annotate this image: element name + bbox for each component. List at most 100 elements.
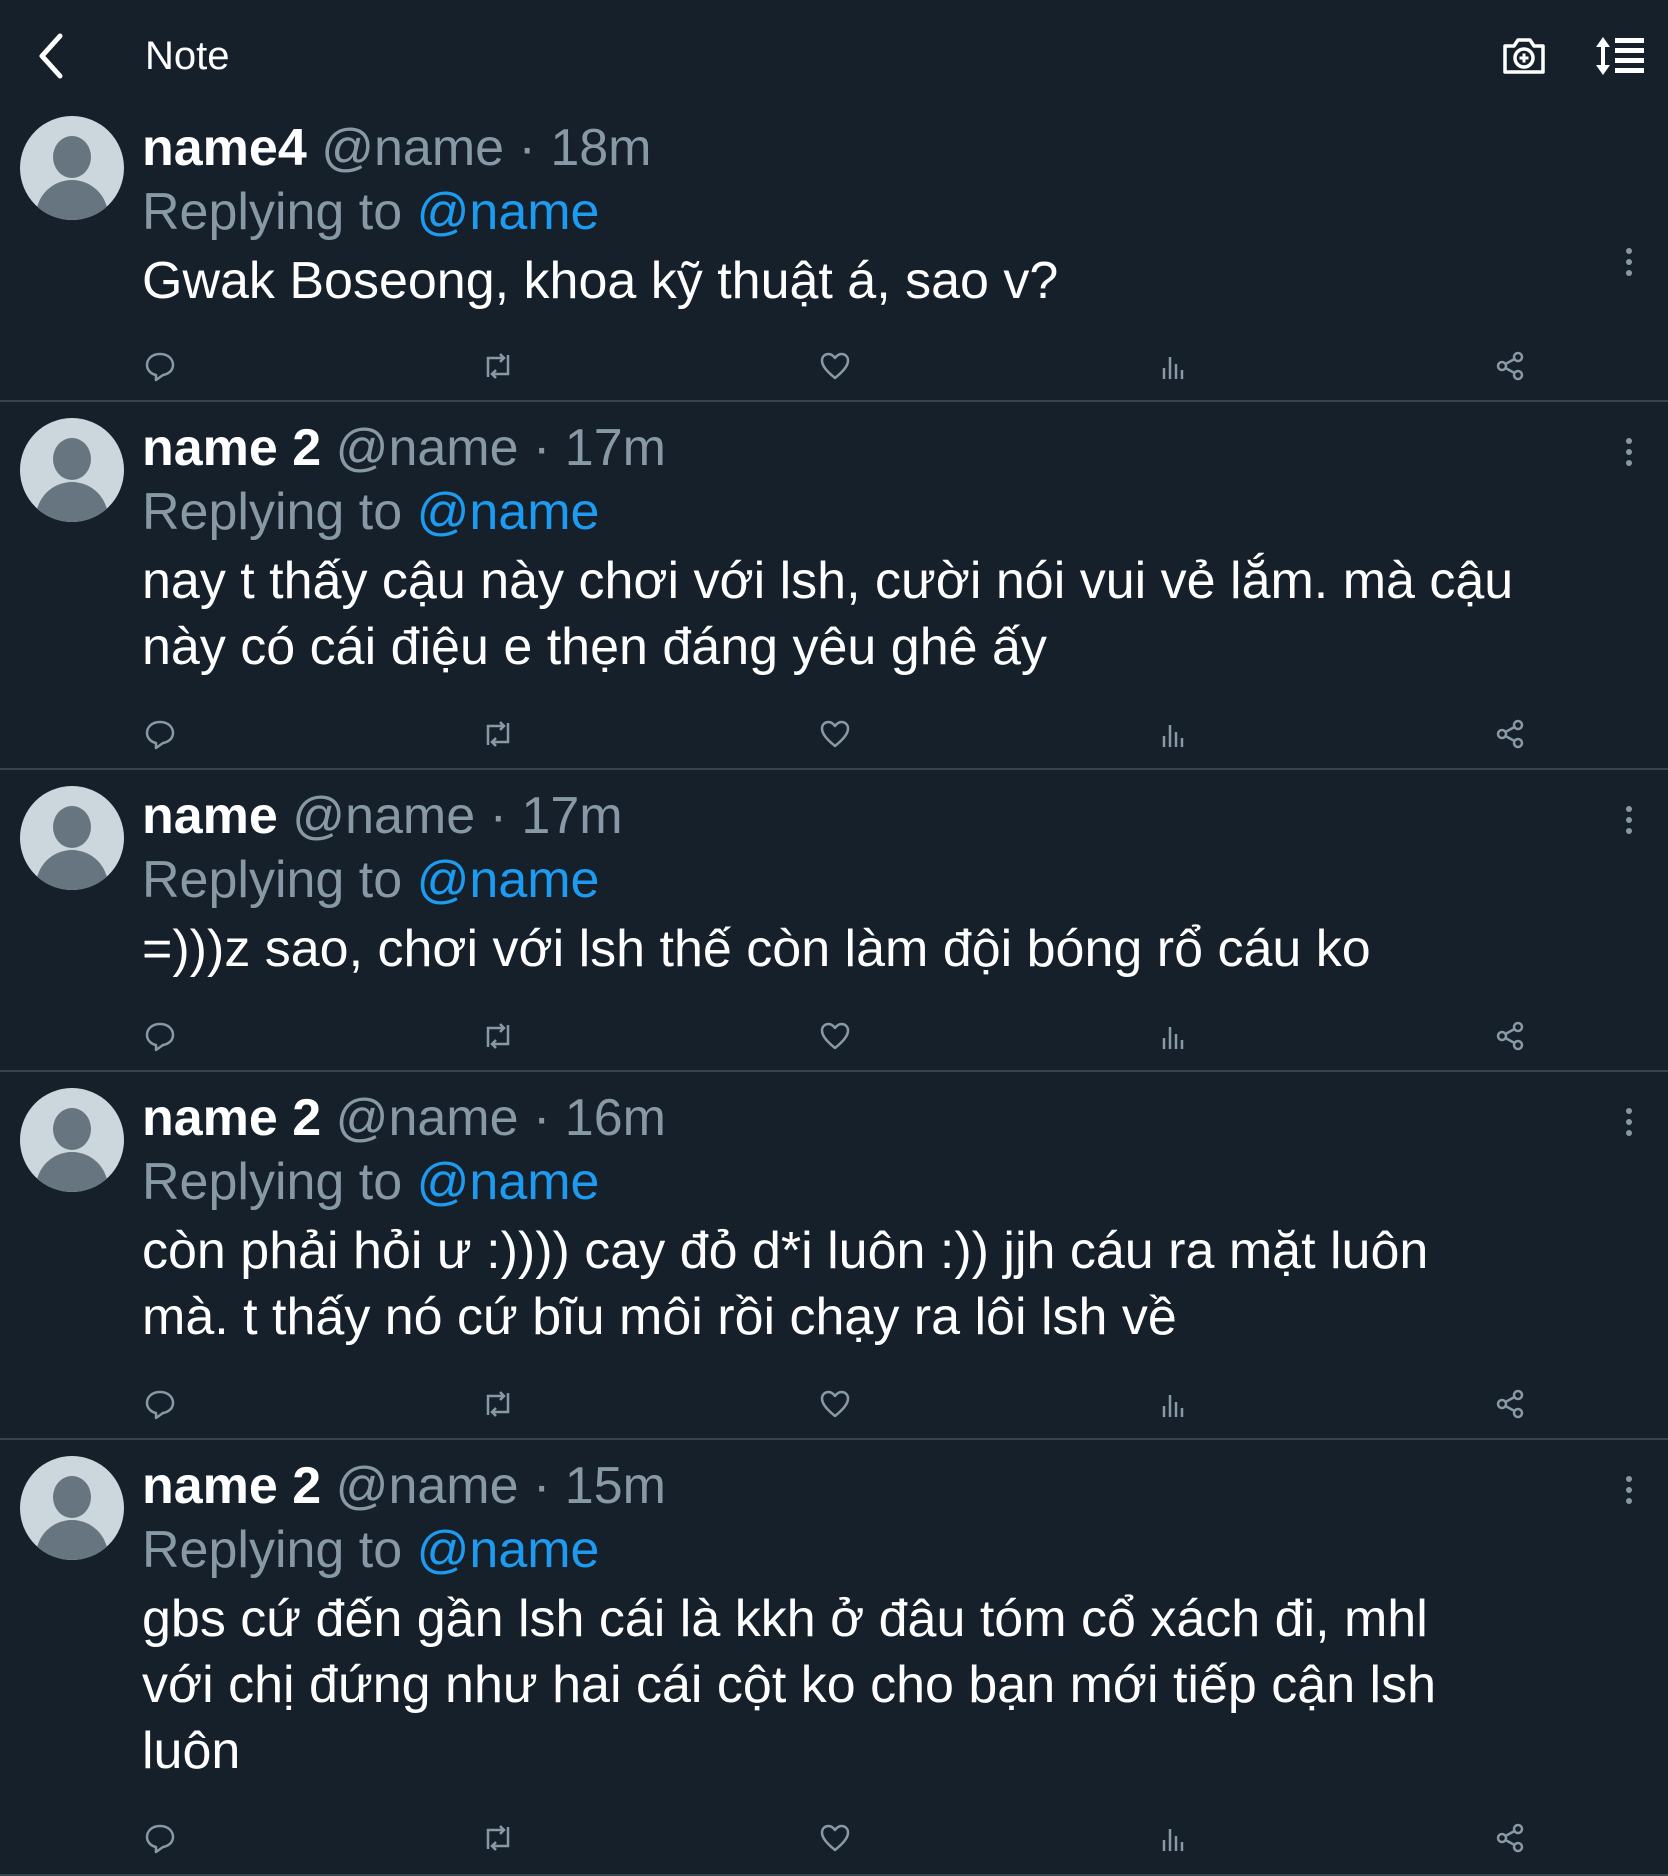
replying-prefix: Replying to <box>142 483 403 541</box>
tweet-header: name 2 @name · 15m <box>142 1454 1628 1518</box>
separator: · <box>533 419 551 477</box>
reply-button[interactable] <box>142 716 178 752</box>
tweet-item[interactable]: name 2 @name · 15m Replying to @name gbs… <box>0 1440 1668 1876</box>
reply-icon <box>145 352 175 382</box>
display-name[interactable]: name 2 <box>142 1457 321 1515</box>
retweet-icon <box>486 1023 509 1049</box>
share-icon <box>1496 719 1524 749</box>
replying-prefix: Replying to <box>142 183 403 241</box>
like-button[interactable] <box>817 1018 853 1054</box>
screenshot-button[interactable] <box>1496 28 1552 84</box>
like-button[interactable] <box>817 1386 853 1422</box>
display-name[interactable]: name4 <box>142 119 307 177</box>
analytics-button[interactable] <box>1155 1018 1191 1054</box>
share-button[interactable] <box>1492 716 1528 752</box>
more-options-button[interactable] <box>1614 800 1644 840</box>
mention-link[interactable]: @name <box>417 1153 600 1211</box>
handle: @name <box>335 1457 519 1515</box>
like-button[interactable] <box>817 348 853 384</box>
chevron-left-icon <box>39 33 63 79</box>
retweet-button[interactable] <box>480 1386 516 1422</box>
tweet-item[interactable]: name 2 @name · 16m Replying to @name còn… <box>0 1072 1668 1440</box>
display-name[interactable]: name 2 <box>142 1089 321 1147</box>
reply-icon <box>145 1022 175 1052</box>
sort-lines-icon <box>1596 37 1644 75</box>
mention-link[interactable]: @name <box>417 183 600 241</box>
reply-button[interactable] <box>142 1386 178 1422</box>
more-options-button[interactable] <box>1614 242 1644 282</box>
analytics-button[interactable] <box>1155 348 1191 384</box>
analytics-button[interactable] <box>1155 1820 1191 1856</box>
like-icon <box>820 720 850 748</box>
more-options-button[interactable] <box>1614 1470 1644 1510</box>
timestamp: 17m <box>521 787 623 845</box>
avatar[interactable] <box>20 786 124 890</box>
retweet-button[interactable] <box>480 716 516 752</box>
reply-thread: name4 @name · 18m Replying to @name Gwak… <box>0 112 1668 1876</box>
replying-to: Replying to @name <box>142 1518 1628 1582</box>
like-icon <box>820 1022 850 1050</box>
replying-prefix: Replying to <box>142 1153 403 1211</box>
more-options-button[interactable] <box>1614 1102 1644 1142</box>
tweet-item[interactable]: name4 @name · 18m Replying to @name Gwak… <box>0 112 1668 402</box>
action-bar <box>142 1018 1528 1058</box>
analytics-button[interactable] <box>1155 716 1191 752</box>
display-name[interactable]: name <box>142 787 278 845</box>
replying-to: Replying to @name <box>142 480 1628 544</box>
tweet-text: Gwak Boseong, khoa kỹ thuật á, sao v? <box>142 252 1059 310</box>
tweet-header: name 2 @name · 16m <box>142 1086 1628 1150</box>
back-button[interactable] <box>24 28 76 84</box>
like-icon <box>820 352 850 380</box>
tweet-text: còn phải hỏi ư :)))) cay đỏ d*i luôn :))… <box>142 1222 1429 1346</box>
retweet-icon <box>486 353 509 379</box>
share-button[interactable] <box>1492 1386 1528 1422</box>
share-icon <box>1496 1823 1524 1853</box>
analytics-icon <box>1162 1027 1183 1049</box>
display-name[interactable]: name 2 <box>142 419 321 477</box>
tweet-header: name 2 @name · 17m <box>142 416 1628 480</box>
replying-prefix: Replying to <box>142 851 403 909</box>
analytics-button[interactable] <box>1155 1386 1191 1422</box>
page-title: Note <box>145 34 230 78</box>
reply-button[interactable] <box>142 1018 178 1054</box>
avatar[interactable] <box>20 1456 124 1560</box>
handle: @name <box>335 419 519 477</box>
top-bar: Note <box>0 0 1668 112</box>
analytics-icon <box>1162 1829 1183 1851</box>
share-icon <box>1496 1389 1524 1419</box>
share-button[interactable] <box>1492 1018 1528 1054</box>
retweet-button[interactable] <box>480 1018 516 1054</box>
handle: @name <box>335 1089 519 1147</box>
retweet-button[interactable] <box>480 1820 516 1856</box>
handle: @name <box>321 119 505 177</box>
mention-link[interactable]: @name <box>417 851 600 909</box>
reply-icon <box>145 1390 175 1420</box>
more-options-button[interactable] <box>1614 432 1644 472</box>
mention-link[interactable]: @name <box>417 1521 600 1579</box>
retweet-button[interactable] <box>480 348 516 384</box>
reply-button[interactable] <box>142 1820 178 1856</box>
share-button[interactable] <box>1492 348 1528 384</box>
analytics-icon <box>1162 357 1183 379</box>
tweet-item[interactable]: name 2 @name · 17m Replying to @name nay… <box>0 402 1668 770</box>
mention-link[interactable]: @name <box>417 483 600 541</box>
share-button[interactable] <box>1492 1820 1528 1856</box>
like-button[interactable] <box>817 1820 853 1856</box>
tweet-item[interactable]: name @name · 17m Replying to @name =)))z… <box>0 770 1668 1072</box>
share-icon <box>1496 1021 1524 1051</box>
action-bar <box>142 348 1528 388</box>
like-icon <box>820 1390 850 1418</box>
avatar[interactable] <box>20 418 124 522</box>
like-button[interactable] <box>817 716 853 752</box>
analytics-icon <box>1162 725 1183 747</box>
avatar[interactable] <box>20 1088 124 1192</box>
tweet-text: nay t thấy cậu này chơi với lsh, cười nó… <box>142 552 1514 676</box>
timestamp: 17m <box>564 419 666 477</box>
avatar[interactable] <box>20 116 124 220</box>
sort-button[interactable] <box>1592 28 1648 84</box>
separator: · <box>489 787 507 845</box>
timestamp: 18m <box>550 119 652 177</box>
replying-to: Replying to @name <box>142 180 1628 244</box>
tweet-text: gbs cứ đến gần lsh cái là kkh ở đâu tóm … <box>142 1590 1437 1780</box>
reply-button[interactable] <box>142 348 178 384</box>
